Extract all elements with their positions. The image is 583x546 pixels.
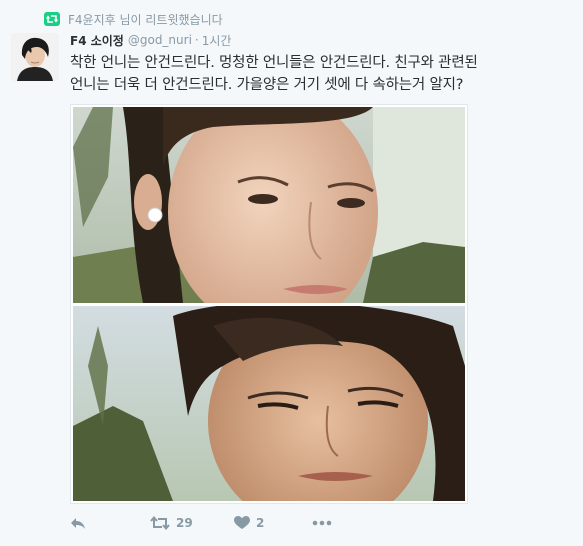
photo-woman-closeup[interactable] xyxy=(73,107,465,303)
tweet-header: F4 소이정 @god_nuri · 1시간 xyxy=(70,31,231,49)
heart-icon xyxy=(234,516,250,529)
retweet-context[interactable]: F4윤지후 님이 리트윗했습니다 xyxy=(44,10,223,28)
retweet-button[interactable]: 29 xyxy=(150,516,234,530)
tweet-text: 착한 언니는 안건드린다. 멍청한 언니들은 안건드린다. 친구와 관련된 언니… xyxy=(70,52,570,96)
more-dots-icon xyxy=(312,520,332,526)
tweet-text-line: 언니는 더욱 더 안건드린다. 가을양은 거기 셋에 다 속하는거 알지? xyxy=(70,77,464,93)
media-container xyxy=(70,104,468,504)
like-button[interactable]: 2 xyxy=(234,516,312,530)
retweet-badge-icon xyxy=(44,12,60,26)
display-name[interactable]: F4 소이정 xyxy=(70,32,124,49)
retweet-count: 29 xyxy=(176,516,193,530)
user-handle[interactable]: @god_nuri xyxy=(128,33,192,47)
reply-button[interactable] xyxy=(70,516,150,530)
avatar[interactable] xyxy=(11,33,59,81)
retweet-context-text: F4윤지후 님이 리트윗했습니다 xyxy=(68,12,223,27)
tweet-actions: 29 2 xyxy=(70,513,332,533)
tweet-text-line: 착한 언니는 안건드린다. 멍청한 언니들은 안건드린다. 친구와 관련된 xyxy=(70,55,478,71)
timestamp[interactable]: 1시간 xyxy=(202,32,232,49)
tweet-card: F4윤지후 님이 리트윗했습니다 F4 소이정 @god_nuri · 1시간 … xyxy=(0,0,583,546)
photo-man-closeup[interactable] xyxy=(73,306,465,501)
like-count: 2 xyxy=(256,516,265,530)
more-button[interactable] xyxy=(312,520,332,526)
reply-icon xyxy=(71,518,85,529)
retweet-icon xyxy=(150,516,170,530)
separator-dot: · xyxy=(194,33,199,47)
